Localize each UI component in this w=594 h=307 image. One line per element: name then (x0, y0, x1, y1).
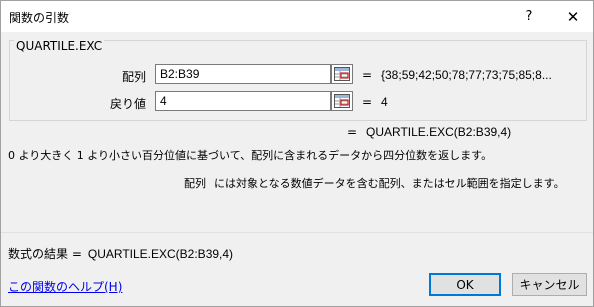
arg-input-quart[interactable]: 4 (155, 91, 331, 111)
arg-description-name: 配列 (184, 177, 206, 190)
calc-result-label: 数式の結果 = (8, 247, 82, 261)
range-select-icon[interactable] (331, 64, 353, 84)
equals-sign: = (362, 95, 373, 109)
equals-sign: = (347, 125, 358, 139)
help-button[interactable]: ? (507, 1, 551, 32)
arg-description-text: には対象となる数値データを含む配列、またはセル範囲を指定します。 (214, 177, 565, 190)
equals-sign: = (362, 68, 373, 82)
dialog-title: 関数の引数 (9, 11, 70, 25)
arg-label-quart: 戻り値 (109, 97, 146, 111)
function-arguments-dialog: 関数の引数 ? ✕ QUARTILE.EXC 配列 B2:B39 = {38;5… (0, 0, 594, 307)
close-button[interactable]: ✕ (551, 1, 594, 32)
ok-button[interactable]: OK (429, 273, 501, 296)
calc-result: 数式の結果 = QUARTILE.EXC(B2:B39,4) (8, 245, 233, 262)
arg-result-quart: 4 (381, 95, 388, 109)
formula-result: QUARTILE.EXC(B2:B39,4) (366, 125, 512, 139)
arg-result-array: {38;59;42;50;78;77;73;75;85;8... (381, 68, 552, 82)
function-help-link[interactable]: この関数のヘルプ(H) (8, 278, 122, 295)
range-select-icon[interactable] (331, 91, 353, 111)
arg-input-array[interactable]: B2:B39 (155, 64, 331, 84)
separator (1, 232, 593, 233)
cancel-button[interactable]: キャンセル (512, 273, 587, 296)
function-description: 0 より大きく 1 より小さい百分位値に基づいて、配列に含まれるデータから四分位… (8, 149, 493, 162)
arg-label-array: 配列 (121, 70, 146, 84)
calc-result-value: QUARTILE.EXC(B2:B39,4) (87, 247, 234, 261)
title-bar: 関数の引数 ? ✕ (1, 1, 593, 32)
function-name: QUARTILE.EXC (14, 39, 105, 53)
